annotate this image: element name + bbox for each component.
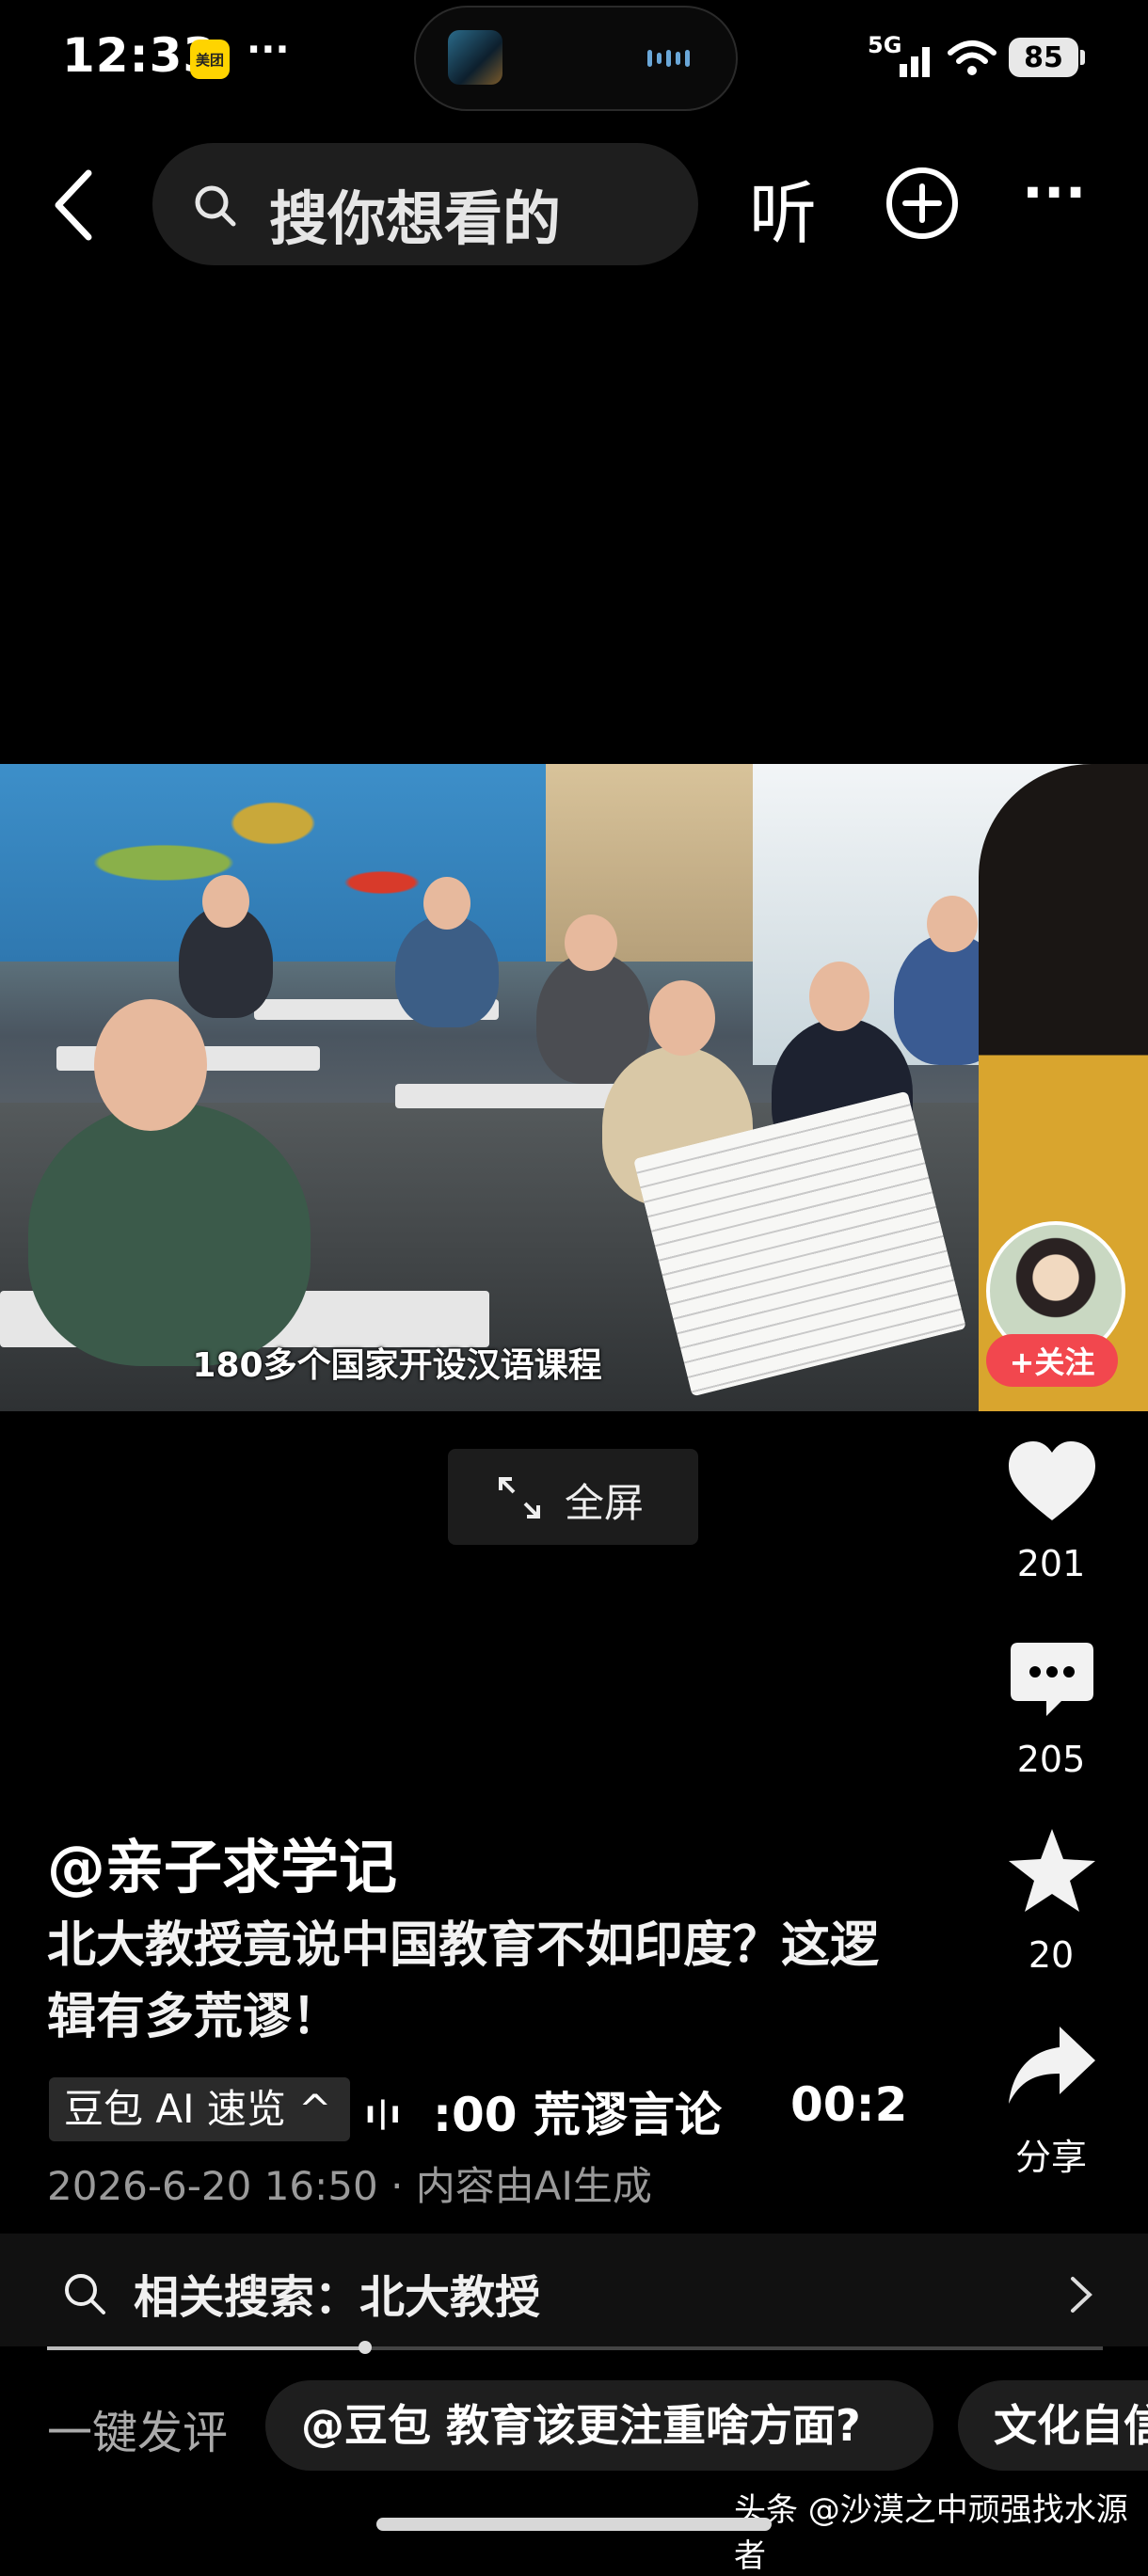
video-subtitle: 180多个国家开设汉语课程	[192, 1346, 602, 1385]
follow-button[interactable]: +关注	[986, 1334, 1118, 1387]
suggested-comment[interactable]: @豆包 教育该更注重啥方面?	[265, 2380, 933, 2471]
dynamic-island[interactable]	[414, 6, 738, 111]
share-label: 分享	[1014, 2137, 1087, 2178]
post-title[interactable]: 北大教授竟说中国教育不如印度？这逻辑有多荒谬！	[47, 1910, 922, 2053]
more-options-button[interactable]: ···	[1022, 165, 1088, 226]
student-head	[927, 896, 978, 952]
search-icon	[65, 2274, 105, 2314]
share-arrow-icon[interactable]	[1007, 2025, 1097, 2107]
video-progress-fill	[47, 2346, 364, 2350]
meituan-app-icon: 美团	[190, 40, 230, 79]
video-progress-handle[interactable]	[358, 2341, 372, 2354]
desk	[395, 1084, 621, 1108]
expand-icon	[499, 1477, 540, 1519]
post-timestamp: 2026-6-20 16:50 · 内容由AI生成	[47, 2163, 652, 2209]
favorite-count: 20	[1028, 1934, 1075, 1976]
search-bar[interactable]: 搜你想看的	[152, 143, 698, 265]
author-name[interactable]: @亲子求学记	[47, 1820, 397, 1904]
like-count: 201	[1016, 1543, 1086, 1584]
ai-summary-toggle[interactable]: 豆包 AI 速览 ^	[49, 2077, 350, 2141]
battery-indicator: 85	[1009, 38, 1078, 77]
search-placeholder: 搜你想看的	[269, 184, 562, 253]
ai-summary-segment[interactable]: :00 荒谬言论	[433, 2077, 722, 2145]
student-head	[423, 877, 470, 930]
status-more-dots: ···	[247, 28, 290, 72]
fullscreen-label: 全屏	[565, 1480, 645, 1526]
back-icon[interactable]	[47, 167, 104, 243]
video-player[interactable]: 180多个国家开设汉语课程	[0, 764, 1148, 1411]
search-icon	[195, 185, 236, 227]
student-head	[649, 980, 715, 1056]
audio-wave-icon[interactable]: ı|ı	[365, 2094, 403, 2130]
quick-comment-label[interactable]: 一键发评	[47, 2395, 228, 2461]
audio-wave-icon	[647, 47, 704, 70]
heart-icon[interactable]	[1007, 1439, 1097, 1524]
signal-icon	[900, 47, 930, 77]
fullscreen-button[interactable]: 全屏	[448, 1449, 698, 1545]
star-icon[interactable]	[1007, 1827, 1097, 1914]
comment-icon[interactable]	[1009, 1641, 1095, 1722]
home-indicator[interactable]	[376, 2518, 772, 2531]
watermark: 头条 @沙漠之中顽强找水源者	[734, 2491, 1128, 2575]
student	[395, 914, 499, 1027]
comment-count: 205	[1016, 1739, 1086, 1780]
wifi-icon	[948, 40, 997, 75]
chevron-right-icon	[1071, 2277, 1092, 2313]
student-head	[565, 914, 617, 971]
related-search-text: 相关搜索：北大教授	[134, 2271, 541, 2324]
ai-summary-segment[interactable]: 00:2	[790, 2077, 907, 2132]
student-head	[94, 999, 207, 1131]
student-head	[202, 875, 249, 928]
battery-tip	[1080, 50, 1085, 65]
suggested-comment[interactable]: 文化自信	[958, 2380, 1148, 2471]
add-circle-icon[interactable]	[885, 166, 960, 241]
now-playing-thumbnail	[448, 30, 502, 85]
student-head	[809, 962, 869, 1031]
related-search-bar[interactable]: 相关搜索：北大教授	[0, 2234, 1148, 2346]
student	[28, 1103, 311, 1366]
listen-button[interactable]: 听	[749, 158, 817, 257]
